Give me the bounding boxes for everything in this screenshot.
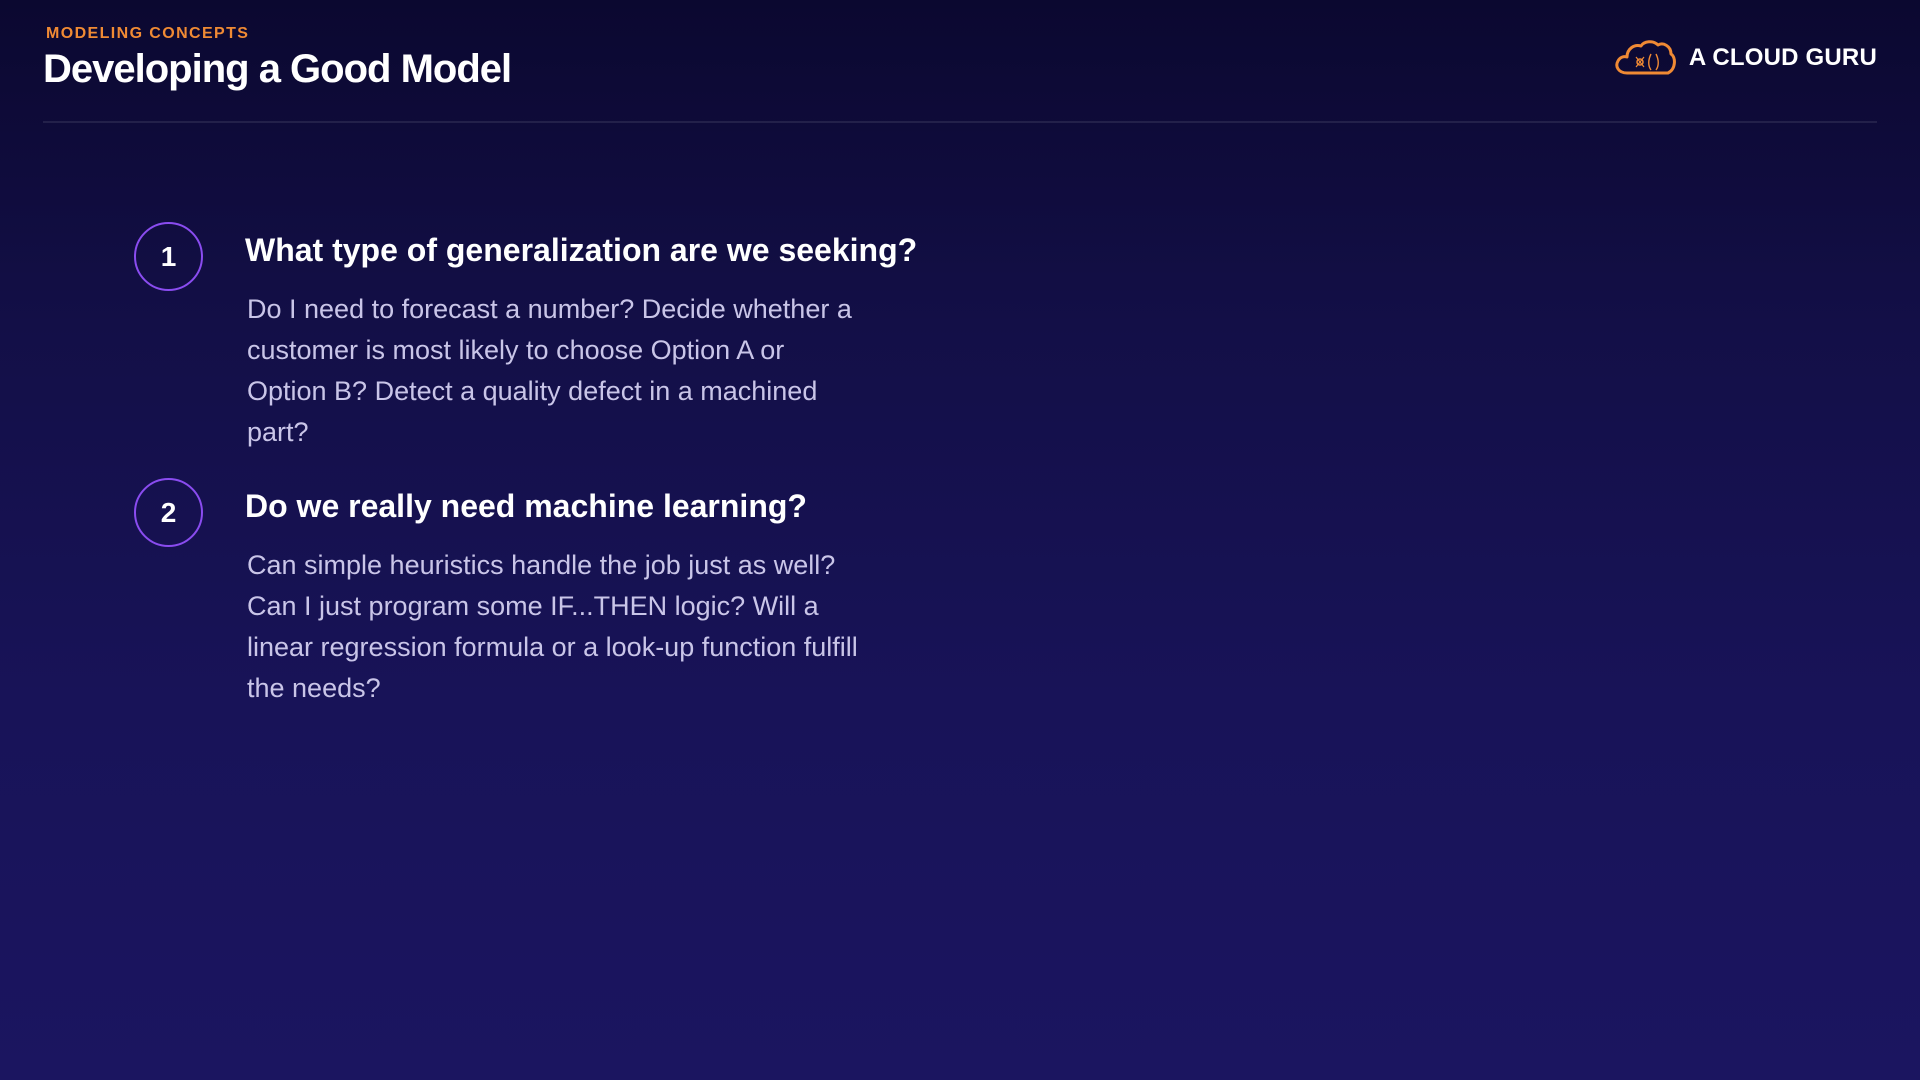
- description-line: the needs?: [247, 673, 381, 703]
- description-line: Do I need to forecast a number? Decide w…: [247, 294, 852, 324]
- question-title: Do we really need machine learning?: [245, 488, 807, 524]
- description-line: Can simple heuristics handle the job jus…: [247, 550, 836, 580]
- description-line: Can I just program some IF...THEN logic?…: [247, 591, 819, 621]
- slide-title: Developing a Good Model: [43, 47, 512, 91]
- cloud-logo-icon: [1615, 40, 1676, 75]
- question-title: What type of generalization are we seeki…: [245, 232, 918, 268]
- question-number-badge: 1: [134, 222, 203, 291]
- description-line: Option B? Detect a quality defect in a m…: [247, 376, 818, 406]
- slide-header: MODELING CONCEPTS Developing a Good Mode…: [43, 0, 1877, 123]
- description-line: customer is most likely to choose Option…: [247, 335, 785, 365]
- question-description: Can simple heuristics handle the job jus…: [247, 545, 947, 709]
- section-eyebrow: MODELING CONCEPTS: [46, 25, 250, 42]
- description-line: part?: [247, 417, 309, 447]
- brand-name: A CLOUD GURU: [1688, 44, 1877, 71]
- description-line: linear regression formula or a look-up f…: [247, 632, 858, 662]
- question-description: Do I need to forecast a number? Decide w…: [247, 289, 947, 453]
- question-number-badge: 2: [134, 478, 203, 547]
- brand: A CLOUD GURU: [1613, 36, 1877, 80]
